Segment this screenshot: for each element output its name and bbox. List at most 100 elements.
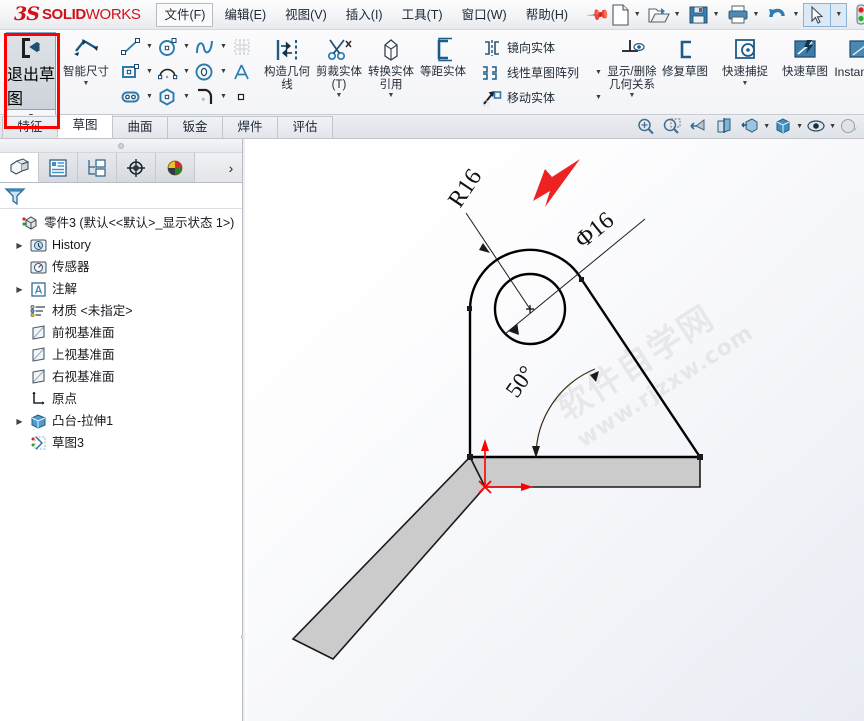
tree-item-sensors[interactable]: 传感器 <box>0 256 242 278</box>
options-button[interactable] <box>851 2 864 28</box>
tree-arrow-annotations[interactable]: ▶ <box>12 285 27 294</box>
quick-snaps-button[interactable]: 快速捕捉 ▼ <box>719 32 771 87</box>
move-entities-caret-icon[interactable]: ▼ <box>579 94 602 101</box>
edit-appearance-button[interactable] <box>836 117 862 135</box>
undo-button[interactable] <box>763 2 791 27</box>
view-orientation-caret-icon[interactable]: ▼ <box>763 123 770 130</box>
section-view-button[interactable] <box>711 117 737 135</box>
quick-snaps-dropdown[interactable]: ▼ <box>742 80 749 87</box>
construction-geometry-button[interactable]: 构造几何线 <box>261 32 313 91</box>
sketch-fillet-caret-icon[interactable]: ▼ <box>218 93 229 100</box>
tab-surfaces[interactable]: 曲面 <box>112 116 168 138</box>
linear-sketch-pattern-caret-icon[interactable]: ▼ <box>579 69 602 76</box>
rectangle-tool[interactable] <box>118 60 144 83</box>
menu-help[interactable]: 帮助(H) <box>518 4 576 26</box>
menu-view[interactable]: 视图(V) <box>277 4 335 26</box>
ellipse-tool-caret-icon[interactable]: ▼ <box>218 68 229 75</box>
display-delete-relations-button[interactable]: 显示/删除几何关系 ▼ <box>605 32 659 99</box>
fm-tab-display-manager[interactable] <box>156 153 195 182</box>
repair-sketch-button[interactable]: 修复草图 <box>659 32 711 79</box>
fm-tab-dimxpert-manager[interactable] <box>117 153 156 182</box>
menu-edit[interactable]: 编辑(E) <box>216 4 274 26</box>
select-caret-icon[interactable]: ▼ <box>830 2 846 27</box>
menu-window[interactable]: 窗口(W) <box>454 4 515 26</box>
tab-sketch[interactable]: 草图 <box>57 114 113 138</box>
save-button[interactable] <box>685 2 712 27</box>
tree-item-front-plane[interactable]: 前视基准面 <box>0 322 242 344</box>
offset-entities-button[interactable]: 等距实体 <box>417 32 469 79</box>
new-document-caret-icon[interactable]: ▼ <box>634 11 641 18</box>
sketch-fillet-tool[interactable] <box>192 85 218 108</box>
line-tool-caret-icon[interactable]: ▼ <box>144 43 155 50</box>
open-document-button[interactable] <box>645 2 673 28</box>
grid-tool[interactable] <box>229 35 255 58</box>
display-delete-relations-dropdown[interactable]: ▼ <box>629 92 636 99</box>
polygon-tool-caret-icon[interactable]: ▼ <box>181 93 192 100</box>
text-tool[interactable] <box>229 60 255 83</box>
view-orientation-button[interactable] <box>737 117 763 135</box>
mirror-entities-button[interactable]: 镜向实体 <box>479 35 599 60</box>
open-document-caret-icon[interactable]: ▼ <box>674 11 681 18</box>
previous-view-button[interactable] <box>685 117 711 135</box>
polygon-tool[interactable] <box>155 85 181 108</box>
spline-tool[interactable] <box>192 35 218 58</box>
hide-show-caret-icon[interactable]: ▼ <box>829 123 836 130</box>
slot-tool[interactable] <box>118 85 144 108</box>
save-caret-icon[interactable]: ▼ <box>713 11 720 18</box>
graphics-area[interactable]: 软件自学网 www.rjzxw.com R16 Φ16 50° <box>245 139 864 721</box>
trim-entities-dropdown[interactable]: ▼ <box>336 92 343 99</box>
display-style-caret-icon[interactable]: ▼ <box>796 123 803 130</box>
tree-item-material[interactable]: 材质 <未指定> <box>0 300 242 322</box>
fm-tab-feature-tree[interactable] <box>0 153 39 182</box>
slot-tool-caret-icon[interactable]: ▼ <box>144 93 155 100</box>
tree-item-boss-extrude1[interactable]: ▶ 凸台-拉伸1 <box>0 410 242 432</box>
linear-sketch-pattern-button[interactable]: 线性草图阵列 ▼ <box>479 60 602 85</box>
feature-tree-filter-bar[interactable] <box>0 183 242 209</box>
tree-item-annotations[interactable]: ▶ 注解 <box>0 278 242 300</box>
tree-item-sketch3[interactable]: 草图3 <box>0 432 242 454</box>
rectangle-tool-caret-icon[interactable]: ▼ <box>144 68 155 75</box>
fm-tab-configuration-manager[interactable] <box>78 153 117 182</box>
line-tool[interactable] <box>118 35 144 58</box>
undo-caret-icon[interactable]: ▼ <box>792 11 799 18</box>
tab-evaluate[interactable]: 评估 <box>277 116 333 138</box>
exit-sketch-button[interactable]: 退出草图 <box>6 32 56 110</box>
tree-arrow-extrude[interactable]: ▶ <box>12 417 27 426</box>
menu-insert[interactable]: 插入(I) <box>338 4 391 26</box>
tree-item-right-plane[interactable]: 右视基准面 <box>0 366 242 388</box>
print-caret-icon[interactable]: ▼ <box>753 11 760 18</box>
tab-sheetmetal[interactable]: 钣金 <box>167 116 223 138</box>
menu-file[interactable]: 文件(F) <box>156 2 214 27</box>
tree-item-top-plane[interactable]: 上视基准面 <box>0 344 242 366</box>
convert-entities-button[interactable]: 转换实体引用 ▼ <box>365 32 417 99</box>
feature-manager-expand-arrow[interactable]: › <box>220 153 242 182</box>
convert-entities-dropdown[interactable]: ▼ <box>388 92 395 99</box>
arc-tool-caret-icon[interactable]: ▼ <box>181 68 192 75</box>
tree-arrow-history[interactable]: ▶ <box>12 241 27 250</box>
instant2d-button[interactable]: Instant2D <box>831 32 864 79</box>
fm-tab-property-manager[interactable] <box>39 153 78 182</box>
move-entities-button[interactable]: 移动实体 ▼ <box>479 85 602 110</box>
circle-tool[interactable] <box>155 35 181 58</box>
tab-weldments[interactable]: 焊件 <box>222 116 278 138</box>
trim-entities-button[interactable]: 剪裁实体(T) ▼ <box>313 32 365 99</box>
print-button[interactable] <box>724 2 752 27</box>
panel-collapse-handle[interactable] <box>0 139 242 153</box>
arc-tool[interactable] <box>155 60 181 83</box>
display-style-button[interactable] <box>770 117 796 135</box>
smart-dimension-dropdown[interactable]: ▼ <box>83 80 90 87</box>
tree-item-part[interactable]: 零件3 (默认<<默认>_显示状态 1>) <box>0 212 242 234</box>
tree-item-history[interactable]: ▶ History <box>0 234 242 256</box>
select-button[interactable]: ▼ <box>803 2 848 27</box>
rapid-sketch-button[interactable]: 快速草图 <box>779 32 831 79</box>
point-tool[interactable] <box>229 85 255 108</box>
hide-show-items-button[interactable] <box>803 117 829 135</box>
spline-tool-caret-icon[interactable]: ▼ <box>218 43 229 50</box>
ellipse-tool[interactable] <box>192 60 218 83</box>
menu-tools[interactable]: 工具(T) <box>394 4 451 26</box>
smart-dimension-button[interactable]: 智能尺寸 ▼ <box>60 32 112 87</box>
circle-tool-caret-icon[interactable]: ▼ <box>181 43 192 50</box>
zoom-to-area-button[interactable] <box>659 117 685 135</box>
zoom-to-fit-button[interactable] <box>633 117 659 135</box>
new-document-button[interactable] <box>608 2 633 28</box>
